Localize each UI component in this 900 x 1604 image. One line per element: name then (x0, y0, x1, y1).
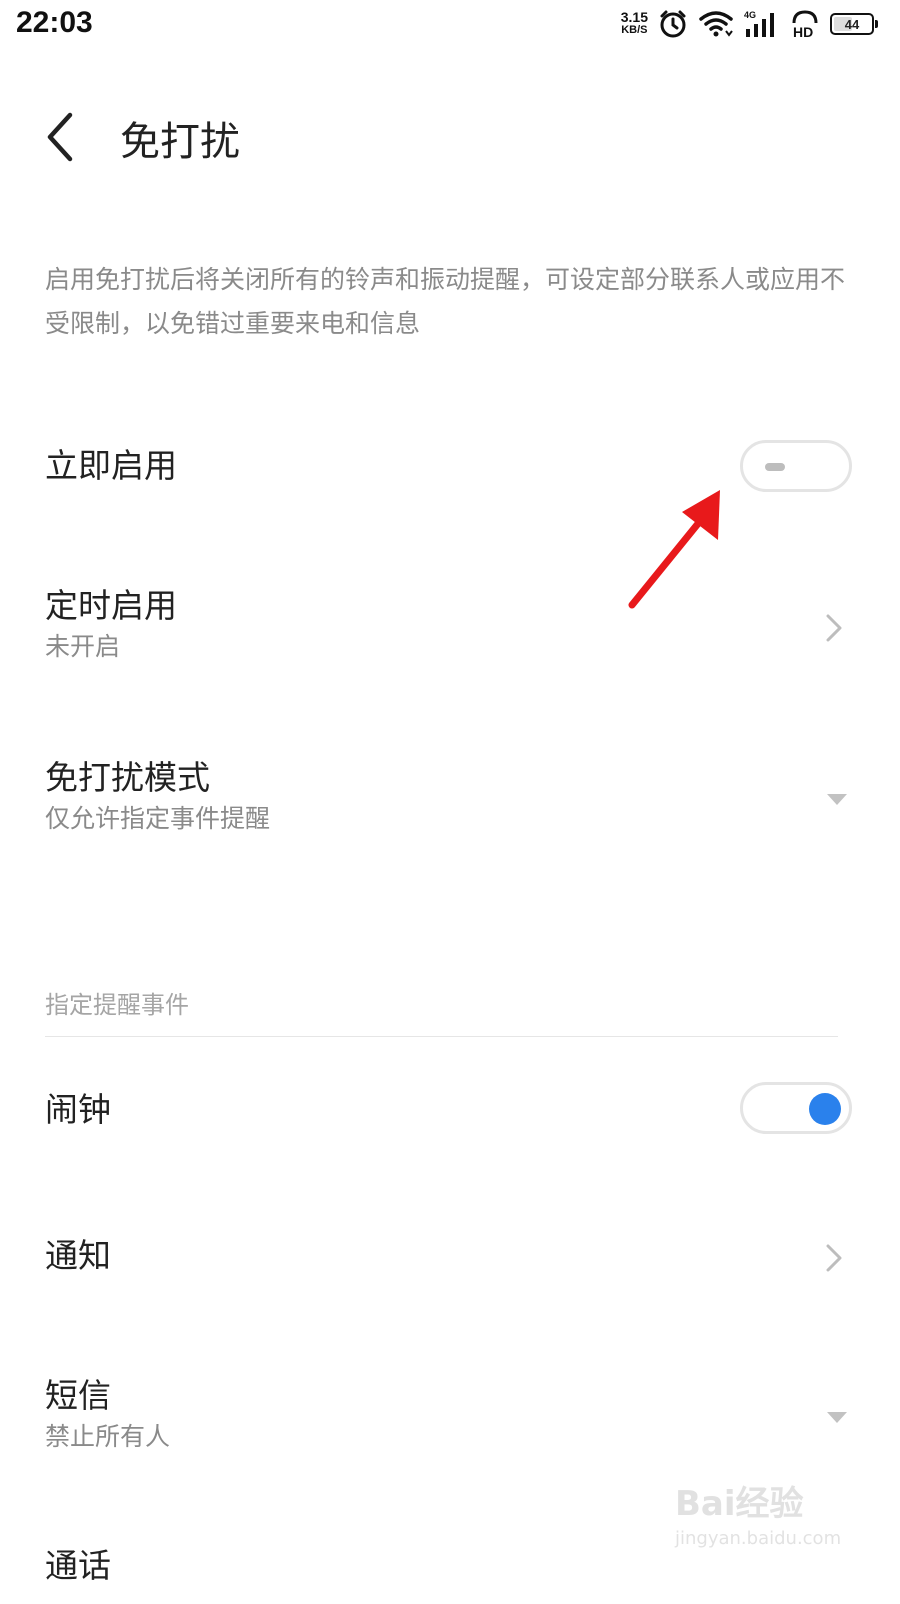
alarm-icon (660, 10, 686, 38)
hd-icon: HD (792, 10, 818, 39)
dropdown-caret-icon (827, 1412, 847, 1423)
signal-icon: 4G (744, 10, 774, 37)
svg-text:4G: 4G (744, 10, 756, 20)
chevron-right-icon (826, 1244, 842, 1272)
page-title: 免打扰 (120, 119, 240, 165)
section-header: 指定提醒事件 (45, 991, 189, 1019)
battery-level: 44 (844, 16, 860, 32)
event-alarm[interactable]: 闹钟 (45, 1082, 855, 1148)
network-speed: 3.15 KB/S (620, 9, 648, 37)
page-description: 启用免打扰后将关闭所有的铃声和振动提醒，可设定部分联系人或应用不受限制，以免错过… (45, 265, 846, 338)
dropdown-caret-icon (827, 794, 847, 805)
toggle-off-indicator (765, 463, 785, 471)
event-sms-label: 短信 (45, 1376, 111, 1415)
setting-scheduled-label: 定时启用 (45, 586, 177, 625)
battery-icon: 44 (830, 13, 878, 35)
baidu-jingyan-watermark: Bai经验 jingyan.baidu.com (675, 1476, 845, 1556)
header: 免打扰 (0, 95, 900, 185)
setting-mode[interactable]: 免打扰模式 仅允许指定事件提醒 (45, 756, 855, 846)
status-time: 22:03 (16, 6, 93, 39)
event-alarm-label: 闹钟 (45, 1090, 111, 1129)
wifi-icon (699, 11, 733, 37)
setting-scheduled-value: 未开启 (45, 632, 121, 661)
event-notification-label: 通知 (45, 1236, 111, 1275)
section-divider (45, 1036, 838, 1037)
svg-text:HD: HD (793, 24, 813, 39)
event-sms[interactable]: 短信 禁止所有人 (45, 1374, 855, 1464)
network-speed-value: 3.15 (620, 9, 648, 25)
event-sms-value: 禁止所有人 (45, 1422, 171, 1451)
status-bar: 22:03 3.15 KB/S 4G HD 44 (0, 0, 900, 50)
enable-now-toggle[interactable] (740, 440, 852, 492)
chevron-right-icon (826, 614, 842, 642)
watermark-brand: Bai经验 (675, 1484, 804, 1524)
back-arrow-icon (47, 112, 73, 162)
event-notification[interactable]: 通知 (45, 1234, 855, 1294)
setting-scheduled[interactable]: 定时启用 未开启 (45, 584, 855, 674)
network-speed-unit: KB/S (621, 24, 648, 36)
alarm-toggle[interactable] (740, 1082, 852, 1134)
toggle-on-knob (809, 1093, 841, 1125)
back-button[interactable] (36, 105, 96, 169)
watermark-url: jingyan.baidu.com (675, 1528, 842, 1549)
setting-mode-value: 仅允许指定事件提醒 (45, 804, 271, 833)
status-icons: 3.15 KB/S 4G HD 44 (620, 8, 878, 40)
setting-mode-label: 免打扰模式 (45, 758, 210, 797)
